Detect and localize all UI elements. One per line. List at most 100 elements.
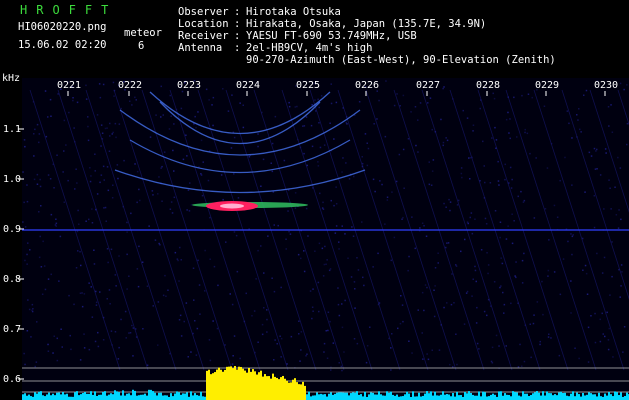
noise-speck (464, 238, 466, 241)
noise-speck (277, 224, 279, 227)
noise-speck (65, 144, 67, 146)
histogram-bar (118, 392, 120, 400)
noise-speck (463, 323, 466, 325)
noise-speck (187, 356, 189, 358)
noise-speck (106, 248, 109, 250)
noise-speck (559, 179, 561, 182)
noise-speck (570, 312, 572, 314)
noise-speck (195, 354, 198, 356)
noise-speck (288, 101, 290, 104)
noise-speck (112, 131, 114, 134)
noise-speck (393, 104, 396, 107)
noise-speck (319, 146, 322, 149)
noise-speck (365, 361, 368, 364)
noise-speck (290, 335, 293, 338)
histogram-bar (624, 396, 626, 400)
noise-speck (118, 123, 121, 125)
noise-speck (81, 292, 83, 294)
noise-speck (106, 298, 108, 300)
histogram-bar (234, 366, 236, 400)
noise-speck (326, 357, 329, 359)
noise-speck (358, 101, 361, 103)
noise-speck (324, 245, 326, 248)
noise-speck (173, 123, 175, 125)
noise-speck (162, 294, 165, 297)
noise-speck (299, 360, 301, 362)
receiver-value: YAESU FT-690 53.749MHz, USB (246, 30, 417, 42)
noise-speck (529, 152, 531, 155)
histogram-bar (186, 392, 188, 400)
noise-speck (298, 333, 300, 335)
noise-speck (356, 257, 358, 259)
histogram-bar (216, 369, 218, 400)
noise-speck (154, 239, 157, 241)
noise-speck (585, 272, 588, 275)
noise-speck (344, 233, 346, 235)
noise-speck (546, 167, 549, 169)
noise-speck (152, 194, 154, 196)
histogram-bar (192, 395, 194, 400)
histogram-bar (148, 389, 150, 400)
noise-speck (461, 176, 463, 179)
noise-speck (469, 157, 472, 159)
noise-speck (620, 218, 622, 221)
noise-speck (128, 275, 130, 277)
noise-speck (491, 362, 494, 364)
noise-speck (343, 351, 345, 353)
histogram-bar (502, 395, 504, 400)
noise-speck (176, 258, 179, 260)
noise-speck (335, 186, 337, 188)
noise-speck (564, 156, 566, 159)
noise-speck (319, 192, 321, 195)
noise-speck (384, 135, 387, 138)
histogram-bar (222, 371, 224, 400)
noise-speck (500, 285, 502, 287)
noise-speck (480, 249, 483, 251)
noise-speck (457, 199, 460, 202)
noise-speck (325, 330, 327, 332)
noise-speck (334, 232, 337, 234)
app-name: HROFFT (20, 3, 118, 17)
histogram-bar (108, 394, 110, 400)
noise-speck (570, 233, 572, 235)
noise-speck (395, 180, 398, 183)
file-name: HI06020220.png (18, 21, 107, 33)
noise-speck (24, 145, 26, 148)
noise-speck (571, 137, 573, 139)
noise-speck (391, 191, 393, 193)
noise-speck (571, 253, 573, 256)
noise-speck (34, 128, 36, 131)
noise-speck (317, 98, 319, 101)
noise-speck (287, 210, 289, 212)
noise-speck (294, 192, 297, 194)
noise-speck (341, 225, 343, 227)
histogram-bar (620, 392, 622, 400)
histogram-bar (296, 382, 298, 400)
noise-speck (273, 224, 275, 226)
noise-speck (283, 159, 286, 162)
histogram-bar (374, 394, 376, 400)
noise-speck (102, 165, 105, 168)
histogram-bar (50, 395, 52, 400)
noise-speck (621, 271, 623, 273)
histogram-bar (260, 370, 262, 400)
noise-speck (213, 265, 216, 268)
noise-speck (169, 208, 172, 210)
noise-speck (503, 312, 505, 314)
noise-speck (141, 261, 144, 263)
noise-speck (208, 99, 210, 101)
noise-speck (402, 94, 405, 97)
histogram-bar (364, 391, 366, 400)
histogram-bar (444, 394, 446, 400)
noise-speck (504, 178, 506, 181)
noise-speck (497, 160, 499, 163)
noise-speck (307, 235, 309, 237)
histogram-bar (338, 392, 340, 400)
noise-speck (593, 226, 596, 229)
noise-speck (85, 84, 87, 87)
noise-speck (158, 242, 160, 245)
noise-speck (332, 342, 335, 344)
noise-speck (63, 119, 66, 122)
noise-speck (102, 339, 105, 341)
noise-speck (76, 101, 79, 104)
